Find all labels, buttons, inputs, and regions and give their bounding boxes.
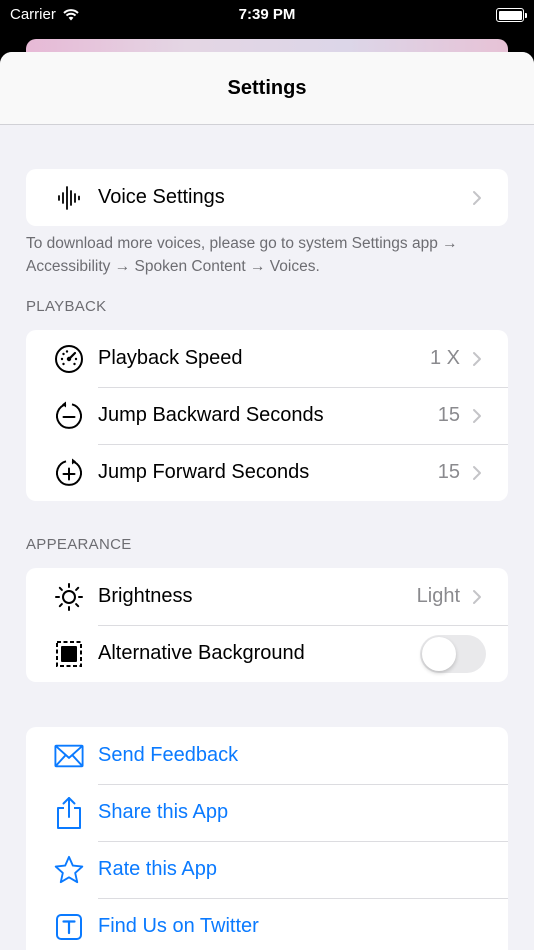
voice-footer-note: To download more voices, please go to sy…	[26, 235, 458, 275]
jump-forward-row[interactable]: Jump Forward Seconds 15	[26, 444, 508, 501]
jump-forward-value: 15	[437, 461, 460, 483]
twitter-row[interactable]: Find Us on Twitter	[26, 898, 508, 950]
send-feedback-label: Send Feedback	[98, 744, 239, 766]
speedometer-icon	[54, 344, 84, 374]
send-feedback-row[interactable]: Send Feedback	[26, 727, 508, 784]
share-app-row[interactable]: Share this App	[26, 784, 508, 841]
share-icon	[54, 796, 84, 829]
battery-icon	[496, 8, 527, 22]
playback-speed-label: Playback Speed	[98, 347, 243, 369]
appearance-group: Brightness Light Alternative Background	[26, 568, 508, 682]
brightness-label: Brightness	[98, 585, 193, 607]
playback-group: Playback Speed 1 X Jump Backward Seconds…	[26, 330, 508, 501]
navigation-bar: Settings	[0, 52, 534, 125]
jump-forward-icon	[54, 458, 84, 488]
voice-settings-row[interactable]: Voice Settings	[26, 169, 508, 226]
rate-app-row[interactable]: Rate this App	[26, 841, 508, 898]
alternative-background-toggle[interactable]	[420, 634, 486, 673]
playback-speed-row[interactable]: Playback Speed 1 X	[26, 330, 508, 387]
voice-settings-label: Voice Settings	[98, 186, 225, 208]
chevron-right-icon	[473, 589, 481, 604]
jump-forward-label: Jump Forward Seconds	[98, 461, 310, 483]
chevron-right-icon	[473, 190, 481, 205]
jump-backward-value: 15	[437, 404, 460, 426]
playback-section-header: PLAYBACK	[26, 298, 107, 315]
voice-group: Voice Settings	[26, 169, 508, 226]
brightness-row[interactable]: Brightness Light	[26, 568, 508, 625]
jump-backward-icon	[54, 401, 84, 431]
actions-group: Send Feedback Share this App Rate this A…	[26, 727, 508, 950]
chevron-right-icon	[473, 408, 481, 423]
brightness-value: Light	[416, 585, 460, 607]
jump-backward-row[interactable]: Jump Backward Seconds 15	[26, 387, 508, 444]
playback-speed-value: 1 X	[429, 347, 460, 369]
settings-sheet: Settings Voice Settings To download more…	[0, 52, 534, 950]
appearance-section-header: APPEARANCE	[26, 536, 132, 553]
chevron-right-icon	[473, 465, 481, 480]
clock: 7:39 PM	[238, 6, 296, 23]
envelope-icon	[54, 741, 84, 771]
rate-app-label: Rate this App	[98, 858, 217, 880]
alternative-background-row: Alternative Background	[26, 625, 508, 682]
status-bar: Carrier 7:39 PM	[0, 0, 534, 30]
twitter-label: Find Us on Twitter	[98, 915, 259, 937]
chevron-right-icon	[473, 351, 481, 366]
toggle-knob	[422, 636, 456, 671]
alternative-background-label: Alternative Background	[98, 642, 305, 664]
star-icon	[54, 855, 84, 885]
page-title: Settings	[227, 76, 307, 99]
waveform-icon	[54, 183, 84, 213]
jump-backward-label: Jump Backward Seconds	[98, 404, 324, 426]
square-frame-icon	[54, 639, 84, 669]
sun-icon	[54, 582, 84, 612]
share-app-label: Share this App	[98, 801, 229, 823]
twitter-t-icon	[54, 912, 84, 942]
